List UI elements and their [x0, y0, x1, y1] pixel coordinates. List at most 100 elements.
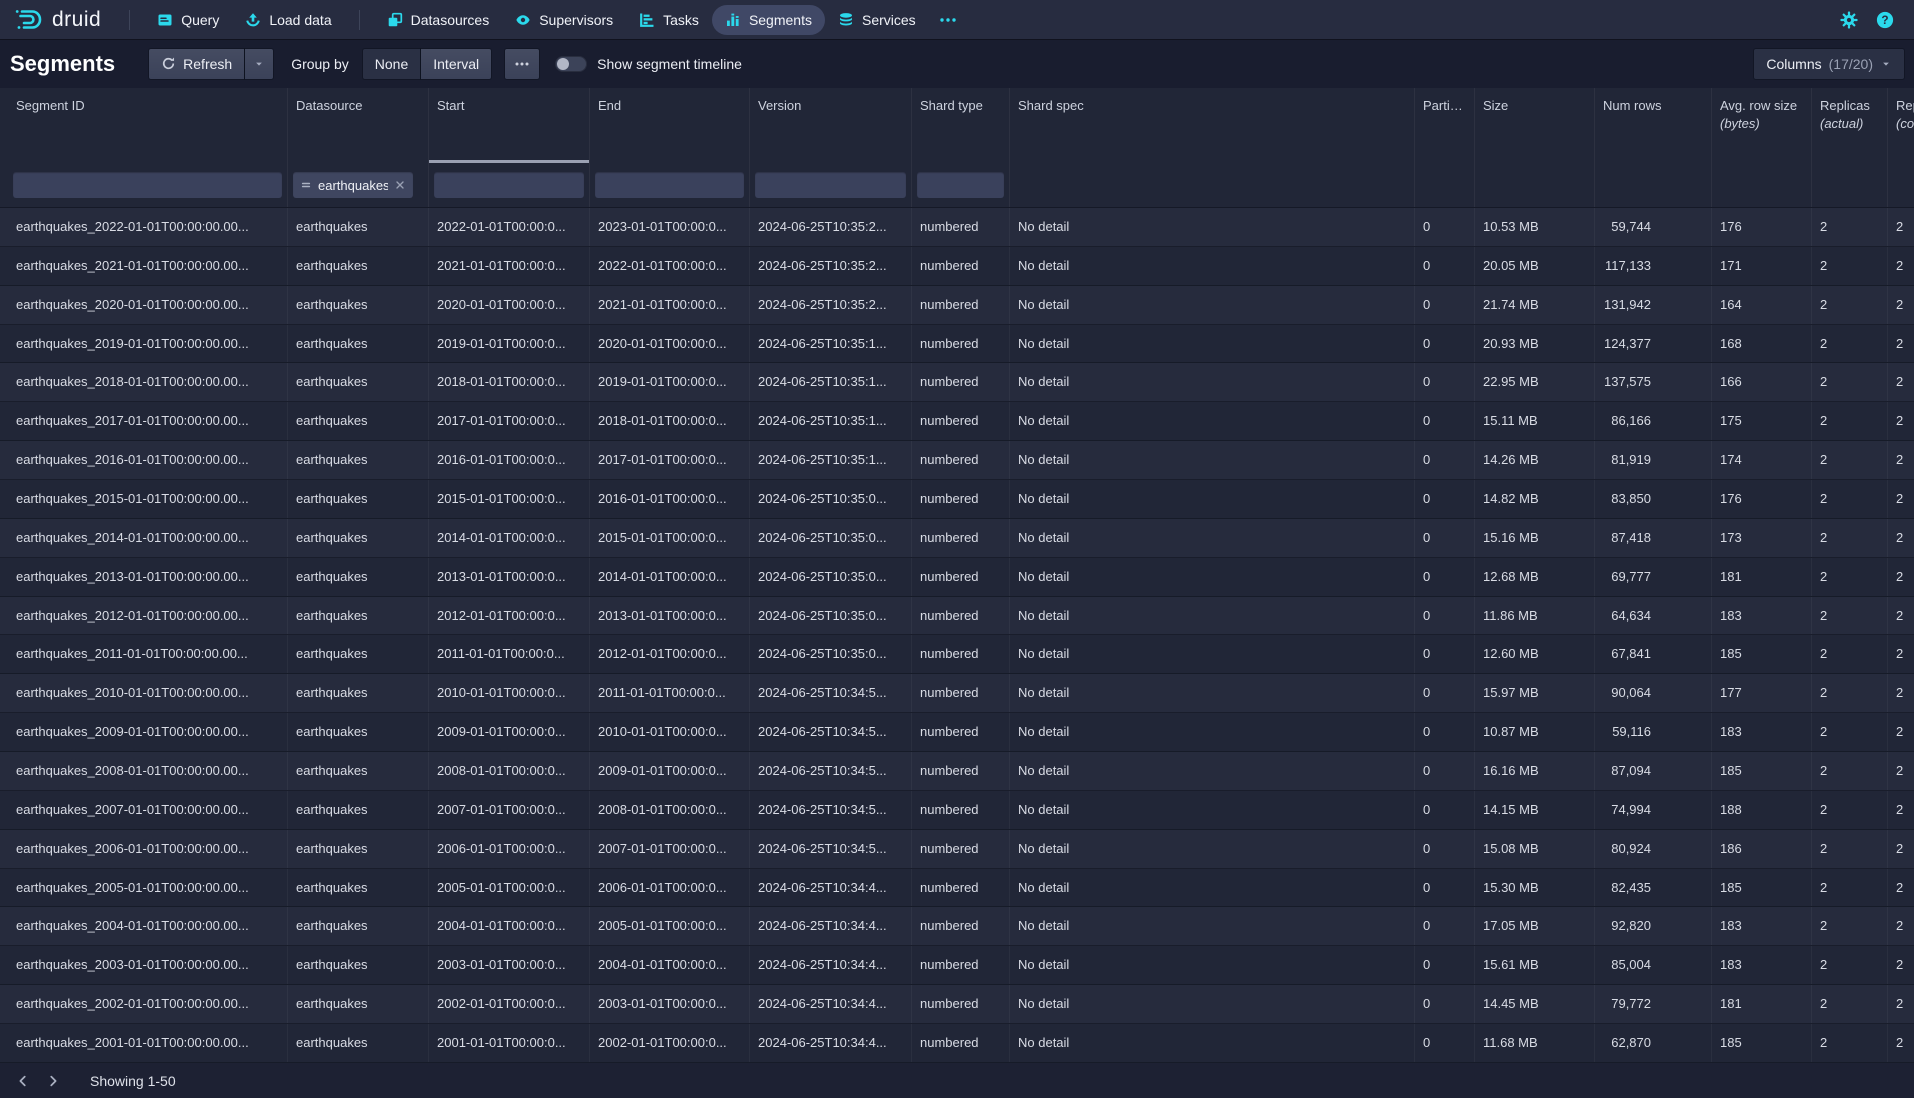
- cell-shard-spec[interactable]: No detail: [1010, 402, 1415, 440]
- cell-shard-type[interactable]: numbered: [912, 441, 1010, 479]
- nav-tab-services[interactable]: Services: [825, 5, 929, 35]
- cell-segment-id[interactable]: earthquakes_2003-01-01T00:00:00.00...: [8, 946, 288, 984]
- column-header-num-rows[interactable]: Num rows: [1595, 88, 1712, 163]
- cell-size[interactable]: 14.15 MB: [1475, 791, 1595, 829]
- cell-replicas[interactable]: 2: [1812, 635, 1888, 673]
- cell-shard-type[interactable]: numbered: [912, 286, 1010, 324]
- cell-end[interactable]: 2004-01-01T00:00:0...: [590, 946, 750, 984]
- cell-segment-id[interactable]: earthquakes_2010-01-01T00:00:00.00...: [8, 674, 288, 712]
- table-row[interactable]: earthquakes_2019-01-01T00:00:00.00...ear…: [0, 325, 1914, 364]
- cell-replication-factor[interactable]: 2: [1888, 674, 1914, 712]
- cell-shard-type[interactable]: numbered: [912, 1024, 1010, 1062]
- cell-num-rows[interactable]: 81,919: [1595, 441, 1712, 479]
- cell-partition[interactable]: 0: [1415, 286, 1475, 324]
- cell-end[interactable]: 2009-01-01T00:00:0...: [590, 752, 750, 790]
- cell-start[interactable]: 2005-01-01T00:00:0...: [429, 869, 590, 907]
- cell-start[interactable]: 2016-01-01T00:00:0...: [429, 441, 590, 479]
- cell-datasource[interactable]: earthquakes: [288, 208, 429, 246]
- cell-size[interactable]: 14.82 MB: [1475, 480, 1595, 518]
- cell-end[interactable]: 2017-01-01T00:00:0...: [590, 441, 750, 479]
- cell-shard-spec[interactable]: No detail: [1010, 325, 1415, 363]
- cell-replication-factor[interactable]: 2: [1888, 402, 1914, 440]
- cell-end[interactable]: 2020-01-01T00:00:0...: [590, 325, 750, 363]
- cell-shard-type[interactable]: numbered: [912, 363, 1010, 401]
- cell-shard-type[interactable]: numbered: [912, 946, 1010, 984]
- cell-num-rows[interactable]: 82,435: [1595, 869, 1712, 907]
- cell-shard-type[interactable]: numbered: [912, 791, 1010, 829]
- cell-segment-id[interactable]: earthquakes_2020-01-01T00:00:00.00...: [8, 286, 288, 324]
- table-row[interactable]: earthquakes_2004-01-01T00:00:00.00...ear…: [0, 907, 1914, 946]
- cell-num-rows[interactable]: 90,064: [1595, 674, 1712, 712]
- cell-datasource[interactable]: earthquakes: [288, 286, 429, 324]
- column-header-size[interactable]: Size: [1475, 88, 1595, 163]
- cell-size[interactable]: 20.93 MB: [1475, 325, 1595, 363]
- cell-avg-row-size[interactable]: 185: [1712, 752, 1812, 790]
- cell-replication-factor[interactable]: 2: [1888, 519, 1914, 557]
- cell-size[interactable]: 10.87 MB: [1475, 713, 1595, 751]
- cell-datasource[interactable]: earthquakes: [288, 985, 429, 1023]
- cell-size[interactable]: 15.16 MB: [1475, 519, 1595, 557]
- table-row[interactable]: earthquakes_2014-01-01T00:00:00.00...ear…: [0, 519, 1914, 558]
- cell-shard-spec[interactable]: No detail: [1010, 247, 1415, 285]
- cell-replicas[interactable]: 2: [1812, 985, 1888, 1023]
- cell-shard-spec[interactable]: No detail: [1010, 907, 1415, 945]
- cell-avg-row-size[interactable]: 183: [1712, 713, 1812, 751]
- columns-button[interactable]: Columns (17/20): [1754, 49, 1904, 79]
- cell-segment-id[interactable]: earthquakes_2011-01-01T00:00:00.00...: [8, 635, 288, 673]
- cell-avg-row-size[interactable]: 183: [1712, 907, 1812, 945]
- cell-segment-id[interactable]: earthquakes_2002-01-01T00:00:00.00...: [8, 985, 288, 1023]
- cell-version[interactable]: 2024-06-25T10:35:1...: [750, 363, 912, 401]
- cell-shard-spec[interactable]: No detail: [1010, 830, 1415, 868]
- cell-shard-spec[interactable]: No detail: [1010, 558, 1415, 596]
- cell-partition[interactable]: 0: [1415, 519, 1475, 557]
- cell-replicas[interactable]: 2: [1812, 325, 1888, 363]
- table-row[interactable]: earthquakes_2001-01-01T00:00:00.00...ear…: [0, 1024, 1914, 1063]
- cell-replicas[interactable]: 2: [1812, 519, 1888, 557]
- cell-avg-row-size[interactable]: 181: [1712, 558, 1812, 596]
- column-header-partition[interactable]: Partition: [1415, 88, 1475, 163]
- cell-num-rows[interactable]: 64,634: [1595, 597, 1712, 635]
- cell-start[interactable]: 2011-01-01T00:00:0...: [429, 635, 590, 673]
- cell-replicas[interactable]: 2: [1812, 247, 1888, 285]
- cell-version[interactable]: 2024-06-25T10:34:4...: [750, 907, 912, 945]
- cell-segment-id[interactable]: earthquakes_2005-01-01T00:00:00.00...: [8, 869, 288, 907]
- cell-replication-factor[interactable]: 2: [1888, 286, 1914, 324]
- cell-start[interactable]: 2006-01-01T00:00:0...: [429, 830, 590, 868]
- previous-page-button[interactable]: [8, 1068, 38, 1094]
- cell-datasource[interactable]: earthquakes: [288, 441, 429, 479]
- cell-size[interactable]: 15.97 MB: [1475, 674, 1595, 712]
- refresh-dropdown-button[interactable]: [245, 49, 273, 79]
- cell-size[interactable]: 20.05 MB: [1475, 247, 1595, 285]
- cell-shard-type[interactable]: numbered: [912, 402, 1010, 440]
- cell-start[interactable]: 2007-01-01T00:00:0...: [429, 791, 590, 829]
- cell-shard-spec[interactable]: No detail: [1010, 286, 1415, 324]
- table-row[interactable]: earthquakes_2013-01-01T00:00:00.00...ear…: [0, 558, 1914, 597]
- cell-replication-factor[interactable]: 2: [1888, 791, 1914, 829]
- cell-shard-type[interactable]: numbered: [912, 985, 1010, 1023]
- cell-partition[interactable]: 0: [1415, 830, 1475, 868]
- nav-tab-query[interactable]: Query: [144, 5, 232, 35]
- cell-version[interactable]: 2024-06-25T10:35:2...: [750, 208, 912, 246]
- cell-segment-id[interactable]: earthquakes_2009-01-01T00:00:00.00...: [8, 713, 288, 751]
- cell-replication-factor[interactable]: 2: [1888, 713, 1914, 751]
- cell-version[interactable]: 2024-06-25T10:34:5...: [750, 674, 912, 712]
- cell-num-rows[interactable]: 87,418: [1595, 519, 1712, 557]
- column-header-end[interactable]: End: [590, 88, 750, 163]
- cell-partition[interactable]: 0: [1415, 558, 1475, 596]
- next-page-button[interactable]: [38, 1068, 68, 1094]
- cell-replicas[interactable]: 2: [1812, 946, 1888, 984]
- column-header-shard-spec[interactable]: Shard spec: [1010, 88, 1415, 163]
- cell-num-rows[interactable]: 124,377: [1595, 325, 1712, 363]
- cell-avg-row-size[interactable]: 181: [1712, 985, 1812, 1023]
- cell-datasource[interactable]: earthquakes: [288, 713, 429, 751]
- cell-shard-spec[interactable]: No detail: [1010, 635, 1415, 673]
- datasource-filter-tag[interactable]: earthquakes: [293, 172, 413, 198]
- cell-size[interactable]: 15.30 MB: [1475, 869, 1595, 907]
- cell-start[interactable]: 2013-01-01T00:00:0...: [429, 558, 590, 596]
- cell-version[interactable]: 2024-06-25T10:35:0...: [750, 635, 912, 673]
- cell-datasource[interactable]: earthquakes: [288, 325, 429, 363]
- cell-size[interactable]: 12.60 MB: [1475, 635, 1595, 673]
- nav-tab-supervisors[interactable]: Supervisors: [502, 5, 626, 35]
- cell-avg-row-size[interactable]: 177: [1712, 674, 1812, 712]
- cell-segment-id[interactable]: earthquakes_2006-01-01T00:00:00.00...: [8, 830, 288, 868]
